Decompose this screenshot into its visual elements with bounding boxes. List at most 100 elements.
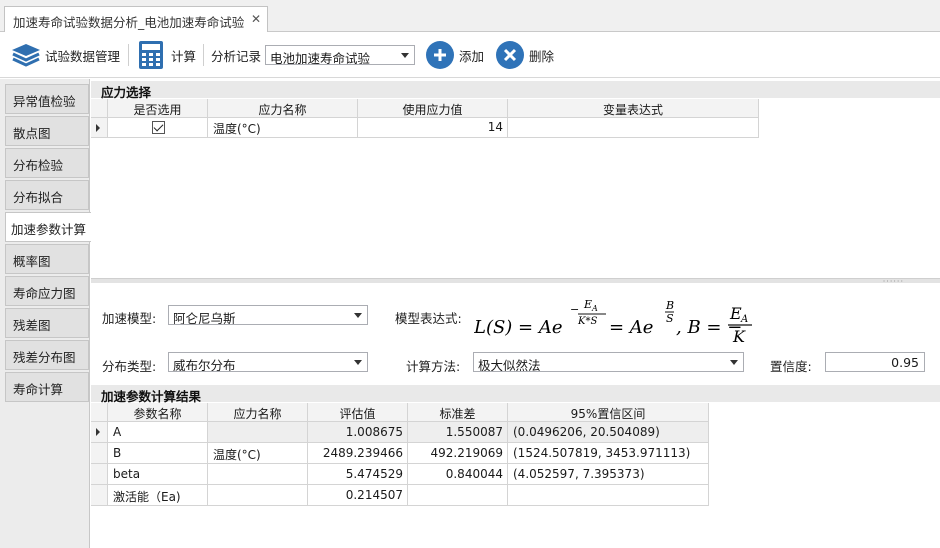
grid-corner bbox=[91, 403, 108, 422]
row-indicator[interactable] bbox=[91, 443, 108, 464]
stress-section-title: 应力选择 bbox=[91, 81, 940, 100]
column-header[interactable]: 参数名称 bbox=[108, 403, 208, 422]
sidebar-item-life-calculation[interactable]: 寿命计算 bbox=[5, 372, 89, 402]
row-indicator[interactable] bbox=[91, 485, 108, 506]
param-estimate-cell[interactable]: 1.008675 bbox=[308, 422, 408, 443]
param-estimate-cell[interactable]: 2489.239466 bbox=[308, 443, 408, 464]
stress-value-cell[interactable]: 14 bbox=[358, 118, 508, 138]
sidebar-item-scatter-plot[interactable]: 散点图 bbox=[5, 116, 89, 146]
column-header[interactable]: 变量表达式 bbox=[508, 99, 759, 118]
param-std-cell[interactable]: 0.840044 bbox=[408, 464, 508, 485]
param-std-cell[interactable]: 492.219069 bbox=[408, 443, 508, 464]
model-formula: L(S) = Ae − E A K*S = Ae B S , B = − E A… bbox=[474, 298, 752, 344]
sidebar-item-outlier-test[interactable]: 异常值检验 bbox=[5, 84, 89, 114]
document-tab-title: 加速寿命试验数据分析_电池加速寿命试验 bbox=[13, 15, 245, 30]
layers-icon bbox=[12, 44, 40, 67]
delete-button[interactable]: 删除 bbox=[496, 40, 554, 70]
param-name-cell[interactable]: A bbox=[108, 422, 208, 443]
param-stress-cell[interactable] bbox=[208, 485, 308, 506]
sidebar-item-residual-plot[interactable]: 残差图 bbox=[5, 308, 89, 338]
formula-exp2-numerator: B bbox=[665, 299, 674, 312]
sidebar-item-distribution-test[interactable]: 分布检验 bbox=[5, 148, 89, 178]
method-select[interactable]: 极大似然法 bbox=[473, 352, 744, 372]
stress-grid[interactable]: 是否选用 应力名称 使用应力值 变量表达式 温度(°C) 14 bbox=[91, 99, 940, 278]
sidebar-item-probability-plot[interactable]: 概率图 bbox=[5, 244, 89, 274]
sidebar-item-distribution-fit[interactable]: 分布拟合 bbox=[5, 180, 89, 210]
row-pointer-icon bbox=[96, 428, 100, 436]
model-label: 加速模型: bbox=[102, 311, 157, 326]
analysis-sidebar: 异常值检验 散点图 分布检验 分布拟合 加速参数计算 概率图 寿命应力图 残差图… bbox=[0, 79, 91, 548]
model-value: 阿仑尼乌斯 bbox=[173, 311, 236, 325]
param-ci-cell[interactable]: (1524.507819, 3453.971113) bbox=[508, 443, 709, 464]
param-name-cell[interactable]: beta bbox=[108, 464, 208, 485]
stress-name-cell[interactable]: 温度(°C) bbox=[208, 118, 358, 138]
param-stress-cell[interactable] bbox=[208, 422, 308, 443]
param-estimate-cell[interactable]: 5.474529 bbox=[308, 464, 408, 485]
param-name-cell[interactable]: B bbox=[108, 443, 208, 464]
main-panel: 应力选择 是否选用 应力名称 使用应力值 变量表达式 温度(°C) 14 ···… bbox=[91, 79, 940, 548]
toolbar-divider bbox=[203, 44, 204, 66]
confidence-input[interactable]: 0.95 bbox=[825, 352, 925, 372]
distribution-select[interactable]: 威布尔分布 bbox=[168, 352, 368, 372]
results-grid[interactable]: 参数名称 应力名称 评估值 标准差 95%置信区间 A 1.008675 1.5… bbox=[91, 403, 940, 548]
chevron-down-icon bbox=[730, 360, 738, 365]
add-label: 添加 bbox=[459, 48, 485, 64]
stress-expression-cell[interactable] bbox=[508, 118, 759, 138]
row-indicator[interactable] bbox=[91, 422, 108, 443]
column-header[interactable]: 应力名称 bbox=[208, 403, 308, 422]
chevron-down-icon bbox=[401, 53, 409, 58]
document-tab-bar: 加速寿命试验数据分析_电池加速寿命试验 ✕ bbox=[0, 0, 940, 32]
analysis-record-select[interactable]: 电池加速寿命试验 bbox=[265, 45, 415, 65]
method-value: 极大似然法 bbox=[478, 358, 541, 372]
param-ci-cell[interactable]: (4.052597, 7.395373) bbox=[508, 464, 709, 485]
param-ci-cell[interactable]: (0.0496206, 20.504089) bbox=[508, 422, 709, 443]
calculator-icon bbox=[139, 41, 163, 69]
calculate-label: 计算 bbox=[171, 48, 197, 64]
param-stress-cell[interactable] bbox=[208, 464, 308, 485]
param-stress-cell[interactable]: 温度(°C) bbox=[208, 443, 308, 464]
checkbox-checked-icon[interactable] bbox=[152, 121, 165, 134]
formula-mid: = Ae bbox=[609, 317, 653, 338]
row-indicator[interactable] bbox=[91, 118, 108, 138]
formula-lhs: L(S) = Ae bbox=[474, 317, 563, 338]
param-std-cell[interactable] bbox=[408, 485, 508, 506]
grid-corner bbox=[91, 99, 108, 118]
splitter-grip-icon: ······ bbox=[882, 277, 904, 286]
row-indicator[interactable] bbox=[91, 464, 108, 485]
selected-checkbox-cell[interactable] bbox=[108, 118, 208, 138]
formula-exp1-denominator: K*S bbox=[577, 316, 597, 327]
method-label: 计算方法: bbox=[406, 359, 461, 374]
analysis-record-value: 电池加速寿命试验 bbox=[270, 51, 371, 65]
param-name-cell[interactable]: 激活能（Ea) bbox=[108, 485, 208, 506]
add-button[interactable]: 添加 bbox=[426, 40, 484, 70]
sidebar-item-life-stress-plot[interactable]: 寿命应力图 bbox=[5, 276, 89, 306]
calculate-button[interactable]: 计算 bbox=[138, 40, 196, 70]
formula-exp1-numerator: E bbox=[583, 298, 592, 311]
analysis-record-label: 分析记录 bbox=[211, 48, 262, 64]
param-estimate-cell[interactable]: 0.214507 bbox=[308, 485, 408, 506]
formula-frac-numerator-sub: A bbox=[740, 314, 748, 325]
column-header[interactable]: 评估值 bbox=[308, 403, 408, 422]
expression-label: 模型表达式: bbox=[395, 311, 462, 326]
formula-exp1-minus: − bbox=[570, 303, 579, 316]
delete-icon bbox=[496, 41, 524, 69]
sidebar-item-residual-distribution[interactable]: 残差分布图 bbox=[5, 340, 89, 370]
param-ci-cell[interactable] bbox=[508, 485, 709, 506]
distribution-label: 分布类型: bbox=[102, 359, 157, 374]
column-header[interactable]: 标准差 bbox=[408, 403, 508, 422]
results-section-title: 加速参数计算结果 bbox=[91, 385, 940, 404]
column-header[interactable]: 95%置信区间 bbox=[508, 403, 709, 422]
toolbar-divider bbox=[128, 44, 129, 66]
confidence-label: 置信度: bbox=[770, 359, 812, 374]
splitter[interactable]: ······ bbox=[91, 277, 940, 286]
sidebar-item-acceleration-params[interactable]: 加速参数计算 bbox=[5, 212, 91, 242]
data-management-button[interactable]: 试验数据管理 bbox=[10, 40, 120, 70]
column-header[interactable]: 是否选用 bbox=[108, 99, 208, 118]
delete-label: 删除 bbox=[529, 48, 555, 64]
close-icon[interactable]: ✕ bbox=[251, 12, 261, 26]
column-header[interactable]: 使用应力值 bbox=[358, 99, 508, 118]
model-select[interactable]: 阿仑尼乌斯 bbox=[168, 305, 368, 325]
document-tab[interactable]: 加速寿命试验数据分析_电池加速寿命试验 ✕ bbox=[4, 6, 268, 32]
column-header[interactable]: 应力名称 bbox=[208, 99, 358, 118]
param-std-cell[interactable]: 1.550087 bbox=[408, 422, 508, 443]
